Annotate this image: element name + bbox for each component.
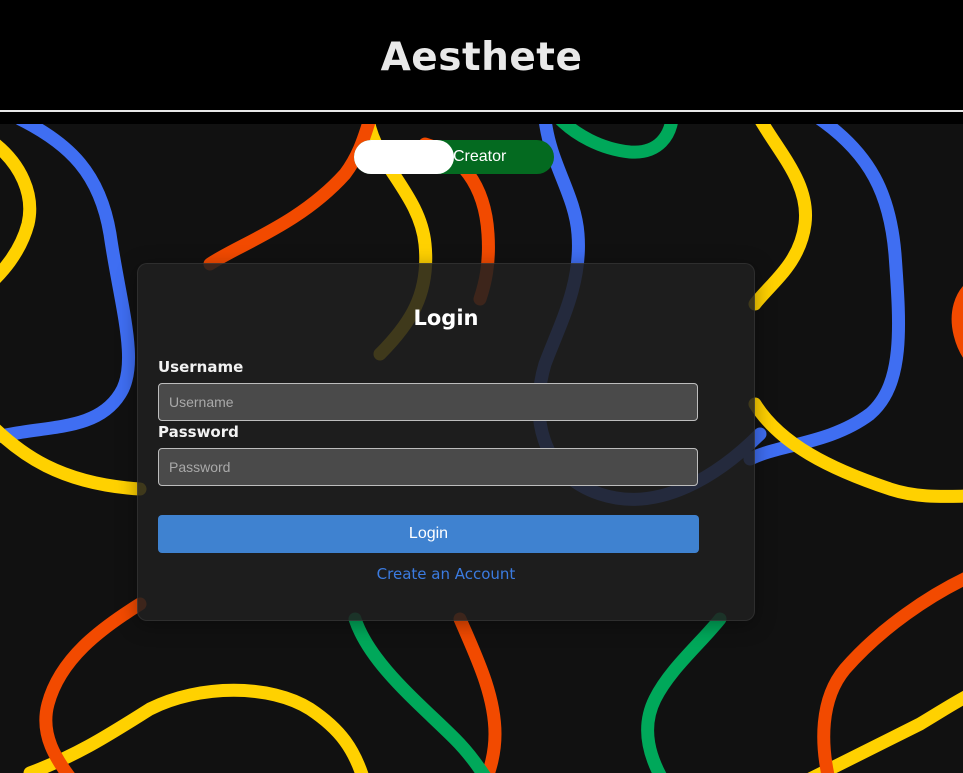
green-squiggle-bottom-right — [641, 612, 727, 773]
login-title: Login — [413, 306, 479, 330]
username-label: Username — [158, 358, 244, 376]
create-account-link[interactable]: Create an Account — [138, 565, 754, 583]
login-card: Login Username Password Login Create an … — [137, 263, 755, 621]
yellow-squiggle-bottom — [23, 683, 369, 773]
site-header: Aesthete — [0, 0, 963, 110]
orange-squiggle-top — [203, 124, 376, 271]
password-input[interactable] — [158, 448, 698, 486]
login-button[interactable]: Login — [158, 515, 699, 553]
page: Aesthete Creator Login Username Username… — [0, 0, 963, 773]
toggle-knob[interactable] — [354, 140, 454, 174]
username-input[interactable] — [158, 383, 698, 421]
green-squiggle-top — [555, 124, 678, 159]
orange-squiggle-right — [951, 286, 963, 358]
brand-title[interactable]: Aesthete — [381, 35, 583, 80]
toggle-label-creator: Creator — [453, 148, 507, 165]
header-divider — [0, 110, 963, 112]
password-label: Password — [158, 423, 239, 441]
role-toggle[interactable]: Creator — [354, 140, 554, 174]
yellow-squiggle-right — [748, 124, 963, 503]
